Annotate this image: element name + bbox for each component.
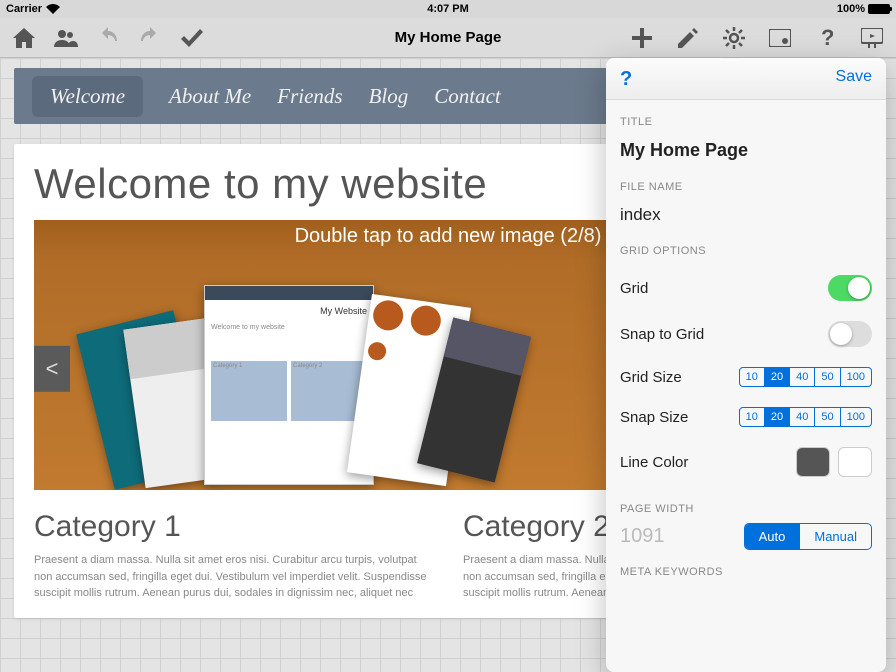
nav-blog[interactable]: Blog bbox=[369, 84, 409, 109]
grid-options-label: GRID OPTIONS bbox=[620, 245, 872, 257]
gear-icon[interactable] bbox=[722, 26, 746, 50]
line-color-label: Line Color bbox=[620, 454, 688, 471]
svg-text:?: ? bbox=[821, 27, 833, 49]
page-width-label: PAGE WIDTH bbox=[620, 503, 872, 515]
grid-size-label: Grid Size bbox=[620, 369, 682, 386]
check-icon[interactable] bbox=[180, 26, 204, 50]
save-button[interactable]: Save bbox=[836, 68, 872, 91]
title-section-label: TITLE bbox=[620, 116, 872, 128]
filename-input[interactable] bbox=[620, 201, 872, 229]
color-swatch-dark[interactable] bbox=[796, 447, 830, 477]
page-width-mode[interactable]: Auto Manual bbox=[744, 523, 872, 550]
seg-10[interactable]: 10 bbox=[740, 368, 765, 386]
preview-icon[interactable] bbox=[768, 26, 792, 50]
nav-contact[interactable]: Contact bbox=[434, 84, 501, 109]
seg-40[interactable]: 40 bbox=[790, 408, 815, 426]
seg-100[interactable]: 100 bbox=[841, 368, 871, 386]
category-text: Praesent a diam massa. Nulla sit amet er… bbox=[34, 552, 433, 602]
add-icon[interactable] bbox=[630, 26, 654, 50]
edit-icon[interactable] bbox=[676, 26, 700, 50]
seg-20[interactable]: 20 bbox=[765, 368, 790, 386]
seg-100[interactable]: 100 bbox=[841, 408, 871, 426]
help-icon[interactable]: ? bbox=[814, 26, 838, 50]
undo-icon[interactable] bbox=[96, 26, 120, 50]
seg-50[interactable]: 50 bbox=[815, 368, 840, 386]
nav-welcome[interactable]: Welcome bbox=[32, 76, 143, 117]
title-input[interactable] bbox=[620, 136, 872, 165]
wifi-icon bbox=[46, 4, 60, 14]
snap-toggle[interactable] bbox=[828, 321, 872, 347]
panel-help-icon[interactable]: ? bbox=[620, 68, 632, 91]
status-bar: Carrier 4:07 PM 100% bbox=[0, 0, 896, 18]
seg-50[interactable]: 50 bbox=[815, 408, 840, 426]
seg-10[interactable]: 10 bbox=[740, 408, 765, 426]
redo-icon[interactable] bbox=[138, 26, 162, 50]
home-icon[interactable] bbox=[12, 26, 36, 50]
grid-size-segment[interactable]: 10 20 40 50 100 bbox=[739, 367, 872, 387]
category-1[interactable]: Category 1 Praesent a diam massa. Nulla … bbox=[34, 510, 433, 602]
app-toolbar: My Home Page ? bbox=[0, 18, 896, 58]
slider-prev[interactable]: < bbox=[34, 346, 70, 392]
snap-size-label: Snap Size bbox=[620, 409, 688, 426]
clock: 4:07 PM bbox=[427, 3, 469, 15]
seg-40[interactable]: 40 bbox=[790, 368, 815, 386]
carrier-label: Carrier bbox=[6, 3, 42, 15]
battery-icon bbox=[868, 4, 890, 14]
snap-label: Snap to Grid bbox=[620, 326, 704, 343]
pw-auto[interactable]: Auto bbox=[745, 524, 801, 549]
page-width-value[interactable]: 1091 bbox=[620, 525, 734, 548]
grid-label: Grid bbox=[620, 280, 648, 297]
seg-20[interactable]: 20 bbox=[765, 408, 790, 426]
meta-keywords-label: META KEYWORDS bbox=[620, 566, 872, 578]
category-title: Category 1 bbox=[34, 510, 433, 544]
battery-label: 100% bbox=[837, 3, 865, 15]
filename-section-label: FILE NAME bbox=[620, 181, 872, 193]
users-icon[interactable] bbox=[54, 26, 78, 50]
settings-panel: ? Save TITLE FILE NAME GRID OPTIONS Grid… bbox=[606, 58, 886, 672]
nav-friends[interactable]: Friends bbox=[277, 84, 342, 109]
snap-size-segment[interactable]: 10 20 40 50 100 bbox=[739, 407, 872, 427]
present-icon[interactable] bbox=[860, 26, 884, 50]
color-swatch-white[interactable] bbox=[838, 447, 872, 477]
pw-manual[interactable]: Manual bbox=[800, 524, 871, 549]
grid-toggle[interactable] bbox=[828, 275, 872, 301]
page-title: My Home Page bbox=[395, 29, 502, 46]
nav-about[interactable]: About Me bbox=[169, 84, 251, 109]
